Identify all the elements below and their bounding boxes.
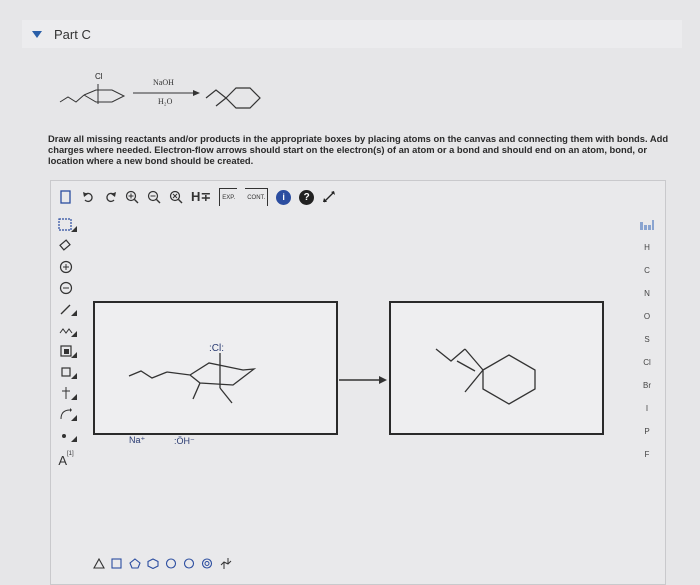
alkene-product-structure-icon <box>435 348 536 405</box>
chemistry-editor: H∓ EXP. CONT. i ? A [1] H C N O S Cl Br … <box>50 180 666 585</box>
chain-tool[interactable] <box>53 319 79 340</box>
element-f[interactable]: F <box>633 443 661 466</box>
redo-icon[interactable] <box>103 188 117 206</box>
atom-label: A <box>58 452 67 468</box>
element-s[interactable]: S <box>633 328 661 351</box>
element-n[interactable]: N <box>633 282 661 305</box>
atom-superscript: [1] <box>67 451 74 457</box>
element-o[interactable]: O <box>633 305 661 328</box>
part-c-header[interactable]: Part C <box>22 20 682 48</box>
single-bond-tool[interactable] <box>53 298 79 319</box>
benzene-ring-icon[interactable] <box>201 557 213 569</box>
octagon-ring-icon[interactable] <box>183 557 195 569</box>
part-title: Part C <box>54 26 91 42</box>
atom-label-tool[interactable]: A [1] <box>53 445 79 475</box>
select-tool[interactable] <box>53 214 79 235</box>
hydroxide-ion-label: :ÖH⁻ <box>174 436 195 446</box>
zoom-in-icon[interactable] <box>125 188 139 206</box>
sodium-ion-label: Na⁺ <box>129 435 146 445</box>
cyclohexane-chair-icon[interactable] <box>219 556 233 570</box>
negative-charge-tool[interactable] <box>53 277 79 298</box>
charge-label-tool[interactable] <box>53 382 79 403</box>
element-i[interactable]: I <box>633 397 661 420</box>
chair-cyclohexane-structure-icon <box>128 353 257 404</box>
contract-button[interactable]: CONT. <box>245 188 269 206</box>
reaction-arrow-icon <box>339 376 387 384</box>
arrow-tool[interactable] <box>53 403 79 424</box>
reaction-scheme: Cl NaOH H₂O <box>58 70 278 120</box>
positive-charge-tool[interactable] <box>53 256 79 277</box>
fullscreen-icon[interactable] <box>322 188 336 206</box>
collapse-caret-icon[interactable] <box>32 30 42 38</box>
element-h[interactable]: H <box>633 236 661 259</box>
heptagon-ring-icon[interactable] <box>165 557 177 569</box>
editor-toolbar: H∓ EXP. CONT. i ? <box>51 181 361 213</box>
hexagon-ring-icon[interactable] <box>147 557 159 569</box>
periodic-table-icon[interactable] <box>633 213 661 236</box>
pentagon-ring-icon[interactable] <box>129 557 141 569</box>
electron-tool[interactable] <box>53 424 79 445</box>
element-panel: H C N O S Cl Br I P F <box>633 213 661 466</box>
undo-icon[interactable] <box>81 188 95 206</box>
triangle-ring-icon[interactable] <box>93 557 105 569</box>
info-button[interactable]: i <box>276 189 292 205</box>
chlorine-label: Cl <box>95 72 103 81</box>
hydrogen-toggle-button[interactable]: H∓ <box>191 188 211 206</box>
ring-tool[interactable] <box>53 361 79 382</box>
zoom-out-icon[interactable] <box>147 188 161 206</box>
chlorine-atom-label: :Cl: <box>209 343 224 354</box>
instructions-text: Draw all missing reactants and/or produc… <box>48 133 669 166</box>
element-cl[interactable]: Cl <box>633 351 661 374</box>
expand-button[interactable]: EXP. <box>219 188 238 206</box>
element-p[interactable]: P <box>633 420 661 443</box>
square-ring-icon[interactable] <box>111 557 123 569</box>
eraser-tool[interactable] <box>53 235 79 256</box>
zoom-reset-icon[interactable] <box>169 188 183 206</box>
reactant-box[interactable]: :Cl: Na⁺ <box>93 301 338 445</box>
element-c[interactable]: C <box>633 259 661 282</box>
new-document-icon[interactable] <box>59 188 73 206</box>
product-box[interactable] <box>389 301 604 435</box>
reagent-naoh: NaOH <box>153 78 174 87</box>
template-tool[interactable] <box>53 340 79 361</box>
shape-palette <box>93 556 233 570</box>
left-toolbar: A [1] <box>53 214 79 475</box>
element-br[interactable]: Br <box>633 374 661 397</box>
reagent-water: H₂O <box>158 97 173 106</box>
help-button[interactable]: ? <box>299 189 315 205</box>
